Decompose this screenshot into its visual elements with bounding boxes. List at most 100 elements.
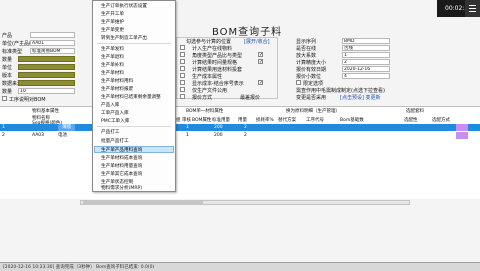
col-header-replace[interactable]: 替代方案 <box>278 117 296 123</box>
process-checkbox[interactable] <box>2 96 7 101</box>
change-link[interactable]: [点击预设] 变更新 <box>340 94 381 101</box>
context-menu: 生产订单执行状态设置 生产开工单 生产单维护 生产单变更 转到生产制造工单产出 … <box>92 0 176 192</box>
option-label-4: 计算结果用途材料投套 <box>192 67 243 73</box>
limit-label: 限定选项 <box>303 81 324 87</box>
row-q1: 1 <box>186 125 189 130</box>
horizontal-scrollbar[interactable] <box>80 200 410 205</box>
label-decimals: 报价小数位 <box>296 74 322 80</box>
label-valid-date: 报价有效日期 <box>296 67 327 73</box>
menu-item-highlighted[interactable]: 生产单产品用料查询 <box>101 147 142 153</box>
menu-item[interactable]: 生产单维护 <box>101 19 124 25</box>
video-control-button[interactable] <box>465 0 480 17</box>
menu-item[interactable]: 生产单其它成本查询 <box>101 171 142 177</box>
version-field[interactable] <box>18 72 75 78</box>
decimals-field[interactable]: 4 <box>342 73 390 79</box>
display-seq-field[interactable]: BMD <box>342 38 390 44</box>
label-product: 产品 <box>2 33 13 39</box>
precision-field[interactable]: 2 <box>342 59 390 65</box>
menu-item[interactable]: 生产单材料 <box>101 70 124 76</box>
menu-item[interactable]: 生产订单执行状态设置 <box>101 3 147 9</box>
label-online: 是否在线 <box>296 46 317 52</box>
expand-toggle[interactable]: [展开/收合] <box>244 38 270 45</box>
group-header-bom: BOM单一材料属性 <box>186 109 224 114</box>
row-q3: 2 <box>244 133 247 138</box>
row-index: 2 <box>2 133 5 138</box>
row-q3: 2 <box>244 125 247 130</box>
note-demand: 需查作用中毛需制成制定(点选下拉查看) <box>296 88 385 94</box>
scale-field[interactable]: 1 <box>342 52 390 58</box>
online-field[interactable]: 否线 <box>342 45 390 51</box>
purple-marker-2 <box>456 132 468 139</box>
menu-item[interactable]: 产品打工 <box>101 129 119 135</box>
product-code-field[interactable]: AA01 <box>30 40 75 46</box>
option-checkbox-3[interactable] <box>180 59 185 64</box>
col-header-process[interactable]: 工序代号 <box>306 117 324 123</box>
note-change: 变更是否采用 <box>296 95 327 101</box>
menu-item[interactable]: 生产单变更 <box>101 27 124 33</box>
menu-item[interactable]: 生产开工单 <box>101 11 124 17</box>
menu-item[interactable]: 生产单发料 <box>101 46 124 52</box>
menu-item[interactable]: PMC工单入库 <box>101 118 129 124</box>
qty-field[interactable] <box>18 56 75 62</box>
limit-checkbox[interactable] <box>296 80 301 85</box>
col-header-loss[interactable]: 损耗率% <box>256 117 274 123</box>
std-type-field[interactable]: 标准简易BOM <box>30 48 75 54</box>
col-header-optional[interactable]: 选配性 <box>404 117 418 123</box>
option-label-2: 角度类型产品比与类型 <box>192 53 243 59</box>
group-header-material: 换为原料明细（生产管理） <box>286 109 340 114</box>
menu-item[interactable]: 生产单材料用料 <box>101 78 133 84</box>
col-header-audit[interactable]: 审核 <box>182 117 191 123</box>
option-checkbox-7[interactable] <box>180 87 185 92</box>
option-label-7: 仅生产文件公用 <box>192 88 228 94</box>
source-field[interactable] <box>18 80 75 86</box>
menu-item[interactable]: 生产单材料用量查询 <box>101 163 142 169</box>
option-label-3: 计算结果时间量规格 <box>192 60 238 66</box>
row-name[interactable]: 薄膜 <box>58 124 75 131</box>
status-text: [2020-12-16 10:23:30] 查询完成（3秒钟） Bom查询子料已… <box>3 265 155 270</box>
label-std-type: 标准类型 <box>2 49 23 55</box>
product-field[interactable] <box>30 32 75 38</box>
unit-field[interactable] <box>18 64 75 70</box>
row-name: 电池 <box>58 133 67 138</box>
menu-icon <box>469 5 476 12</box>
group-header-basic: 物料基本属性 <box>32 109 59 114</box>
menu-item[interactable]: 批量产品打工 <box>101 138 129 144</box>
label-display-seq: 显示序列 <box>296 39 317 45</box>
label-count: 数量 <box>2 89 13 95</box>
default-label: 最差报价 <box>240 95 261 101</box>
col-header-std-qty[interactable]: 标准用量 <box>212 117 230 123</box>
valid-date-field[interactable]: 2020-12-16 <box>342 66 390 72</box>
table-row[interactable]: 1 薄膜 小 1 200 2 <box>0 124 480 131</box>
row-q2: 200 <box>214 133 223 138</box>
menu-item[interactable]: 生产单材料成本查询 <box>101 155 142 161</box>
menu-separator <box>97 126 171 127</box>
option-checkbox-4[interactable] <box>180 66 185 71</box>
count-field[interactable]: 10 <box>18 88 75 94</box>
option-checkbox-1[interactable] <box>180 45 185 50</box>
option-checkbox-2[interactable] <box>180 52 185 57</box>
menu-item[interactable]: 转到生产制造工单产出 <box>101 35 147 41</box>
menu-item[interactable]: 生产单材料已结束剩余量调整 <box>101 94 161 100</box>
option-checkbox-6[interactable] <box>180 80 185 85</box>
col-header-bom-attr[interactable]: BOM属性 <box>192 117 211 123</box>
menu-item[interactable]: 物料需求分析(MRP) <box>101 185 142 191</box>
menu-item[interactable]: 生产单补料 <box>101 62 124 68</box>
col-header-option-mode[interactable]: 选配方式 <box>432 117 450 123</box>
bom-grid: 物料基本属性 BOM单一材料属性 换为原料明细（生产管理） 选配套料 物料名称 … <box>0 106 480 199</box>
label-precision: 计算精度大小 <box>296 60 327 66</box>
col-header-qty[interactable]: 用量 <box>238 117 247 123</box>
col-header-bom-base[interactable]: Bom基础数 <box>340 117 364 123</box>
scroll-thumb[interactable] <box>83 201 203 204</box>
menu-item[interactable]: 生产单退料 <box>101 54 124 60</box>
option-checkbox-5[interactable] <box>180 73 185 78</box>
option-checkbox-8[interactable] <box>180 94 185 99</box>
check-mark-3[interactable]: ✓ <box>258 80 263 86</box>
group-header-options: 选配套料 <box>406 109 424 114</box>
check-mark-1[interactable]: ✓ <box>258 52 263 58</box>
menu-item[interactable]: 工单产品入库 <box>101 110 129 116</box>
table-row[interactable]: 2 AA03 电池 小 1 200 2 <box>0 132 480 139</box>
check-mark-2[interactable]: ✓ <box>258 59 263 65</box>
menu-item[interactable]: 生产单材料报废 <box>101 86 133 92</box>
menu-item[interactable]: 产品入库 <box>101 102 119 108</box>
col-header-group[interactable]: 组 <box>176 117 181 123</box>
